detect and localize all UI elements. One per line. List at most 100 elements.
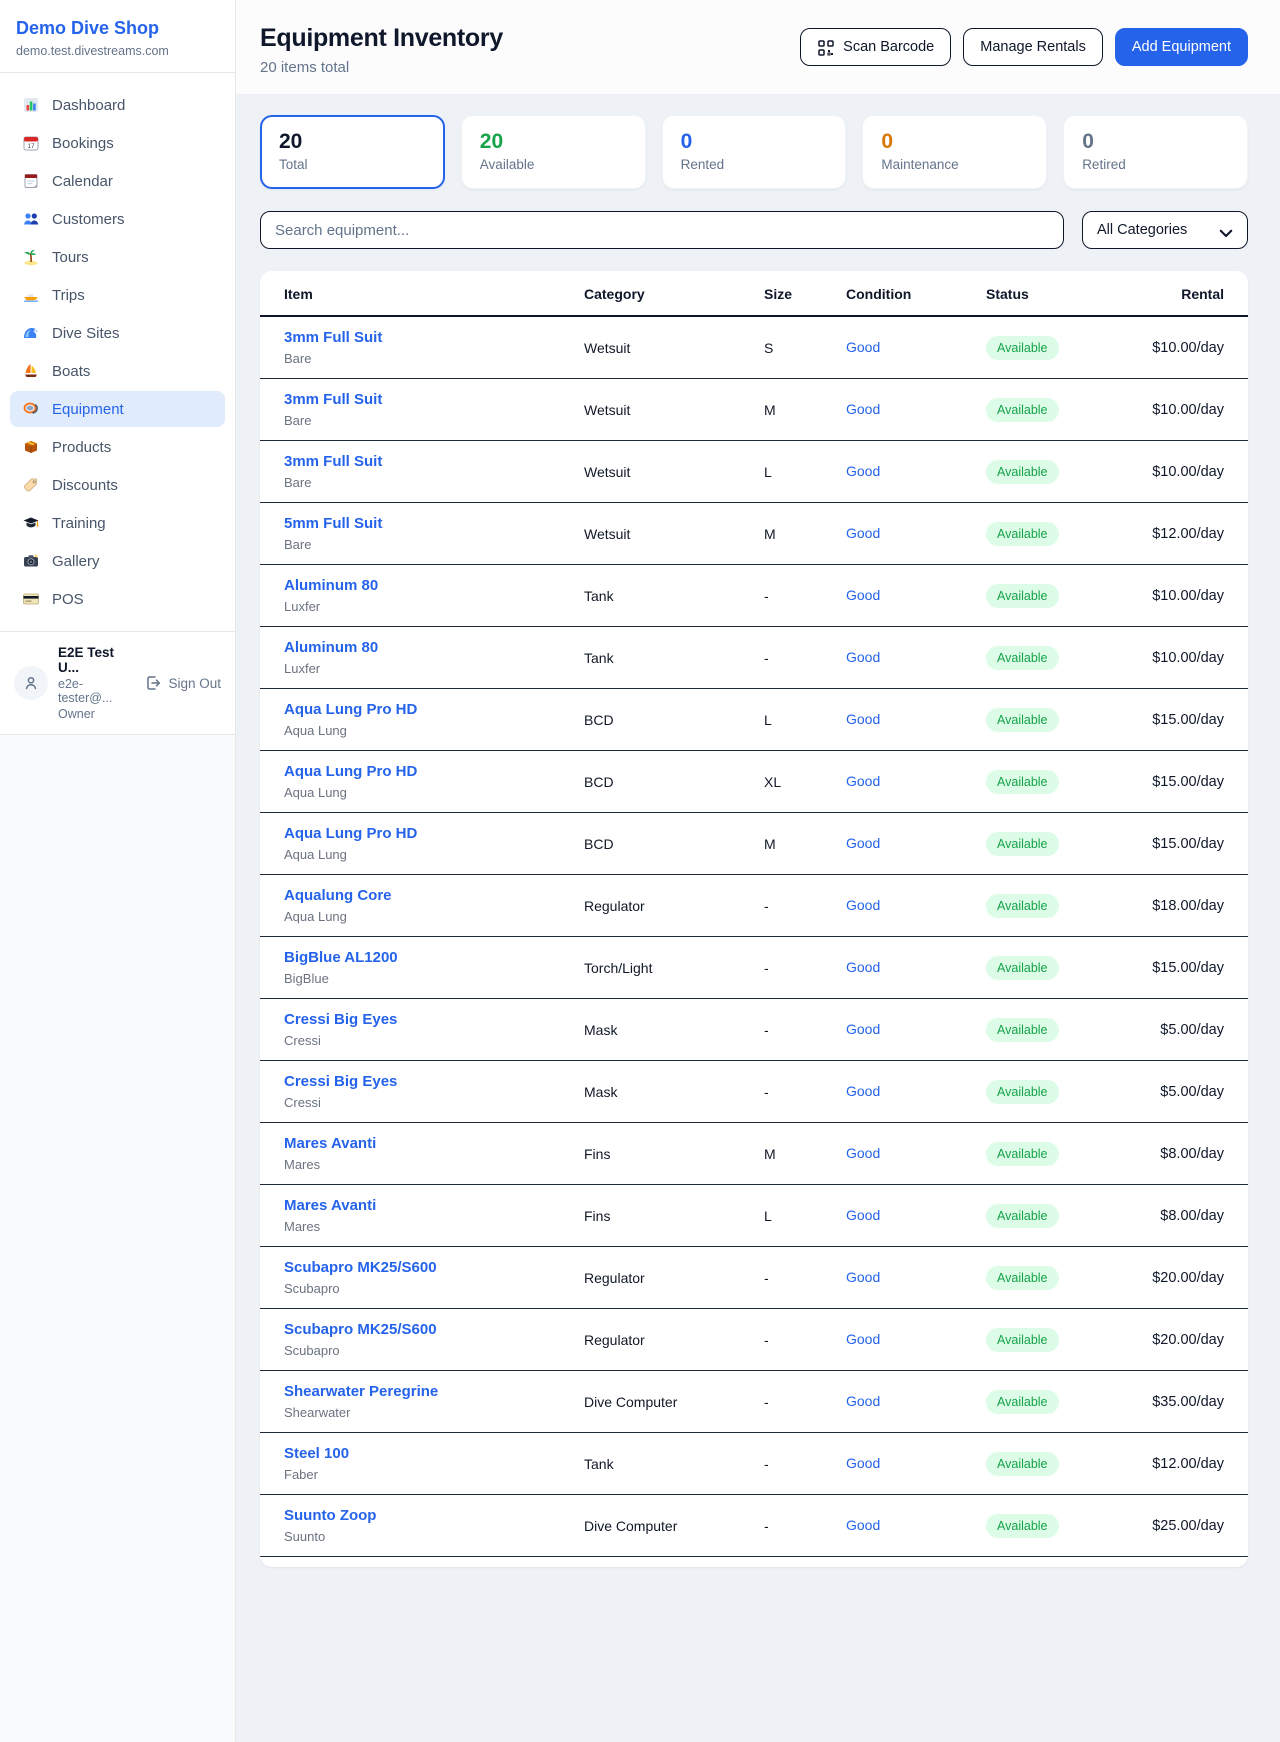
item-link[interactable]: 3mm Full Suit (284, 453, 382, 470)
item-condition-link[interactable]: Good (846, 1331, 880, 1347)
item-category: Wetsuit (584, 526, 764, 542)
stat-card-total[interactable]: 20 Total (260, 115, 445, 189)
sidebar-item-dive-sites[interactable]: Dive Sites (10, 315, 225, 351)
item-size: - (764, 960, 846, 976)
item-condition-link[interactable]: Good (846, 1021, 880, 1037)
item-link[interactable]: Aqua Lung Pro HD (284, 825, 417, 842)
item-condition-link[interactable]: Good (846, 711, 880, 727)
sidebar-item-boats[interactable]: Boats (10, 353, 225, 389)
item-link[interactable]: Mares Avanti (284, 1197, 376, 1214)
item-condition-link[interactable]: Good (846, 835, 880, 851)
equipment-table: Item Category Size Condition Status Rent… (260, 271, 1248, 1567)
table-row: Steel 100 Faber Tank - Good Available $1… (260, 1433, 1248, 1495)
item-brand: Aqua Lung (284, 785, 584, 800)
item-link[interactable]: Cressi Big Eyes (284, 1011, 397, 1028)
sidebar-item-dashboard[interactable]: Dashboard (10, 87, 225, 123)
sidebar: Demo Dive Shop demo.test.divestreams.com… (0, 0, 236, 1742)
item-condition-link[interactable]: Good (846, 401, 880, 417)
scan-barcode-button[interactable]: Scan Barcode (800, 28, 951, 66)
item-link[interactable]: 3mm Full Suit (284, 391, 382, 408)
item-link[interactable]: Aqua Lung Pro HD (284, 763, 417, 780)
sidebar-item-calendar[interactable]: Calendar (10, 163, 225, 199)
item-condition-link[interactable]: Good (846, 525, 880, 541)
item-link[interactable]: Cressi Big Eyes (284, 1073, 397, 1090)
item-condition-link[interactable]: Good (846, 587, 880, 603)
item-category: BCD (584, 836, 764, 852)
stat-card-rented[interactable]: 0 Rented (662, 115, 847, 189)
item-link[interactable]: Aqua Lung Pro HD (284, 701, 417, 718)
item-rental: $5.00/day (1136, 1084, 1224, 1100)
item-condition-link[interactable]: Good (846, 1145, 880, 1161)
item-brand: Aqua Lung (284, 723, 584, 738)
item-rental: $15.00/day (1136, 960, 1224, 976)
sidebar-item-discounts[interactable]: Discounts (10, 467, 225, 503)
item-condition-link[interactable]: Good (846, 959, 880, 975)
sidebar-item-bookings[interactable]: 17 Bookings (10, 125, 225, 161)
item-condition-link[interactable]: Good (846, 897, 880, 913)
status-badge: Available (986, 584, 1059, 608)
chevron-down-icon (1217, 224, 1235, 236)
item-condition-link[interactable]: Good (846, 463, 880, 479)
item-condition-link[interactable]: Good (846, 339, 880, 355)
item-link[interactable]: Aluminum 80 (284, 577, 378, 594)
sidebar-item-label: Trips (52, 287, 85, 304)
item-rental: $8.00/day (1136, 1208, 1224, 1224)
item-size: - (764, 588, 846, 604)
sidebar-item-gallery[interactable]: Gallery (10, 543, 225, 579)
item-condition-link[interactable]: Good (846, 1207, 880, 1223)
item-link[interactable]: Scubapro MK25/S600 (284, 1321, 437, 1338)
stat-card-available[interactable]: 20 Available (461, 115, 646, 189)
item-condition-link[interactable]: Good (846, 1393, 880, 1409)
stat-card-retired[interactable]: 0 Retired (1063, 115, 1248, 189)
item-link[interactable]: Shearwater Peregrine (284, 1383, 438, 1400)
sign-out-button[interactable]: Sign Out (144, 674, 221, 692)
item-condition-link[interactable]: Good (846, 649, 880, 665)
search-input[interactable] (260, 211, 1064, 249)
manage-rentals-label: Manage Rentals (980, 39, 1086, 55)
sidebar-item-training[interactable]: Training (10, 505, 225, 541)
item-link[interactable]: Aqualung Core (284, 887, 392, 904)
sidebar-item-tours[interactable]: Tours (10, 239, 225, 275)
item-link[interactable]: BigBlue AL1200 (284, 949, 398, 966)
sidebar-item-pos[interactable]: POS (10, 581, 225, 617)
item-size: M (764, 526, 846, 542)
table-row: Aluminum 80 Luxfer Tank - Good Available… (260, 565, 1248, 627)
item-condition-link[interactable]: Good (846, 1269, 880, 1285)
table-row: Aqua Lung Pro HD Aqua Lung BCD L Good Av… (260, 689, 1248, 751)
shop-name[interactable]: Demo Dive Shop (16, 18, 219, 39)
item-link[interactable]: Suunto Zoop (284, 1507, 376, 1524)
sidebar-item-label: Training (52, 515, 106, 532)
item-category: Torch/Light (584, 960, 764, 976)
item-condition-link[interactable]: Good (846, 1083, 880, 1099)
sidebar-item-products[interactable]: Products (10, 429, 225, 465)
item-brand: Scubapro (284, 1281, 584, 1296)
add-equipment-button[interactable]: Add Equipment (1115, 28, 1248, 66)
sidebar-item-equipment[interactable]: Equipment (10, 391, 225, 427)
item-category: Wetsuit (584, 464, 764, 480)
camera-icon (22, 552, 40, 570)
item-link[interactable]: 3mm Full Suit (284, 329, 382, 346)
table-row: Aqua Lung Pro HD Aqua Lung BCD XL Good A… (260, 751, 1248, 813)
table-row: Suunto Zoop Suunto Dive Computer - Good … (260, 1495, 1248, 1557)
stat-label: Rented (681, 157, 828, 172)
item-brand: Luxfer (284, 661, 584, 676)
sidebar-item-trips[interactable]: Trips (10, 277, 225, 313)
item-link[interactable]: 5mm Full Suit (284, 515, 382, 532)
item-condition-link[interactable]: Good (846, 773, 880, 789)
item-link[interactable]: Scubapro MK25/S600 (284, 1259, 437, 1276)
category-select[interactable]: All Categories (1082, 211, 1248, 249)
item-brand: Mares (284, 1219, 584, 1234)
stat-card-maintenance[interactable]: 0 Maintenance (862, 115, 1047, 189)
user-email: e2e-tester@... (58, 677, 134, 705)
sidebar-item-customers[interactable]: Customers (10, 201, 225, 237)
status-badge: Available (986, 646, 1059, 670)
item-link[interactable]: Aluminum 80 (284, 639, 378, 656)
item-link[interactable]: Mares Avanti (284, 1135, 376, 1152)
item-link[interactable]: Steel 100 (284, 1445, 349, 1462)
status-badge: Available (986, 1514, 1059, 1538)
manage-rentals-button[interactable]: Manage Rentals (963, 28, 1103, 66)
item-condition-link[interactable]: Good (846, 1517, 880, 1533)
sidebar-item-label: Boats (52, 363, 90, 380)
item-rental: $8.00/day (1136, 1146, 1224, 1162)
item-condition-link[interactable]: Good (846, 1455, 880, 1471)
